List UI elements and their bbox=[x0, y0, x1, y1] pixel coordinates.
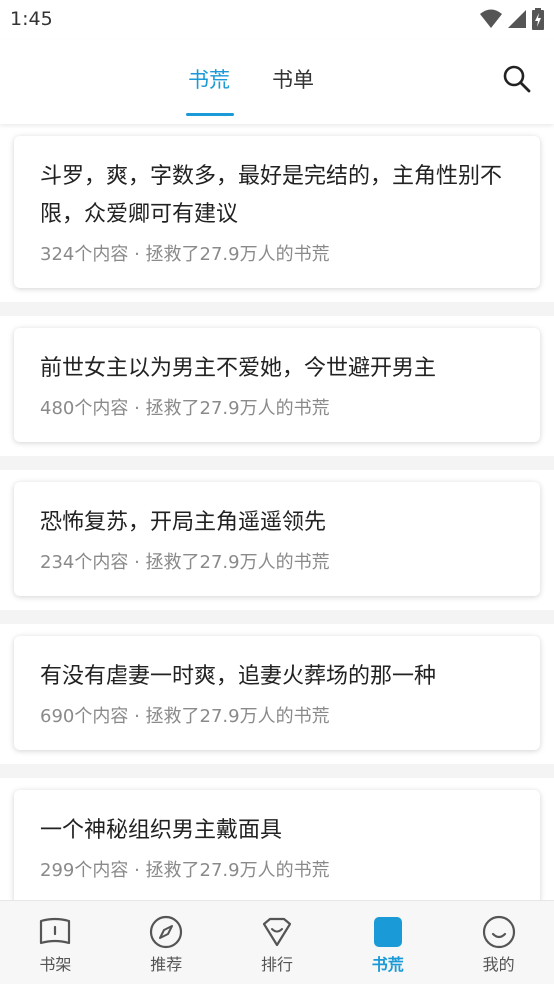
book-request-card[interactable]: 前世女主以为男主不爱她，今世避开男主 480个内容 · 拯救了27.9万人的书荒 bbox=[14, 328, 540, 442]
nav-ranking[interactable]: 排行 bbox=[222, 901, 333, 984]
status-icons bbox=[480, 8, 544, 30]
nav-label: 排行 bbox=[260, 955, 293, 974]
nav-label: 书荒 bbox=[371, 955, 404, 974]
active-tab-indicator bbox=[186, 113, 234, 116]
book-request-card[interactable]: 恐怖复苏，开局主角遥遥领先 234个内容 · 拯救了27.9万人的书荒 bbox=[14, 482, 540, 596]
nav-bookshelf[interactable]: 书架 bbox=[0, 901, 111, 984]
status-bar: 1:45 bbox=[0, 0, 554, 40]
book-request-card[interactable]: 斗罗，爽，字数多，最好是完结的，主角性别不限，众爱卿可有建议 324个内容 · … bbox=[14, 136, 540, 288]
battery-icon bbox=[532, 8, 544, 30]
book-shortage-icon bbox=[373, 917, 402, 947]
list-item: 前世女主以为男主不爱她，今世避开男主 480个内容 · 拯救了27.9万人的书荒 bbox=[0, 316, 554, 456]
ranking-icon bbox=[262, 917, 292, 947]
card-meta: 234个内容 · 拯救了27.9万人的书荒 bbox=[40, 552, 330, 573]
tab-book-shortage[interactable]: 书荒 bbox=[188, 64, 230, 94]
status-time: 1:45 bbox=[10, 8, 53, 30]
list-item: 恐怖复苏，开局主角遥遥领先 234个内容 · 拯救了27.9万人的书荒 bbox=[0, 470, 554, 610]
nav-book-shortage[interactable]: 书荒 bbox=[332, 901, 443, 984]
nav-recommend[interactable]: 推荐 bbox=[111, 901, 222, 984]
card-title: 斗罗，爽，字数多，最好是完结的，主角性别不限，众爱卿可有建议 bbox=[40, 164, 503, 227]
nav-label: 书架 bbox=[39, 955, 72, 974]
nav-label: 推荐 bbox=[150, 955, 183, 974]
tab-book-list[interactable]: 书单 bbox=[272, 64, 314, 94]
book-request-card[interactable]: 有没有虐妻一时爽，追妻火葬场的那一种 690个内容 · 拯救了27.9万人的书荒 bbox=[14, 636, 540, 750]
signal-icon bbox=[508, 10, 526, 28]
search-icon[interactable] bbox=[502, 64, 532, 94]
card-meta: 690个内容 · 拯救了27.9万人的书荒 bbox=[40, 706, 330, 727]
bookshelf-icon bbox=[40, 917, 71, 945]
card-meta: 324个内容 · 拯救了27.9万人的书荒 bbox=[40, 244, 330, 265]
card-meta: 480个内容 · 拯救了27.9万人的书荒 bbox=[40, 398, 330, 419]
card-title: 有没有虐妻一时爽，追妻火葬场的那一种 bbox=[40, 664, 437, 689]
bottom-nav: 书架 推荐 排行 书荒 我的 bbox=[0, 900, 554, 984]
card-title: 恐怖复苏，开局主角遥遥领先 bbox=[40, 510, 327, 535]
top-header: 书荒 书单 bbox=[0, 40, 554, 124]
card-title: 一个神秘组织男主戴面具 bbox=[40, 818, 283, 843]
compass-icon bbox=[150, 915, 183, 949]
book-request-card[interactable]: 一个神秘组织男主戴面具 299个内容 · 拯救了27.9万人的书荒 bbox=[14, 790, 540, 900]
card-meta: 299个内容 · 拯救了27.9万人的书荒 bbox=[40, 860, 330, 881]
nav-mine[interactable]: 我的 bbox=[443, 901, 554, 984]
list-item: 有没有虐妻一时爽，追妻火葬场的那一种 690个内容 · 拯救了27.9万人的书荒 bbox=[0, 624, 554, 764]
list-item: 斗罗，爽，字数多，最好是完结的，主角性别不限，众爱卿可有建议 324个内容 · … bbox=[0, 124, 554, 302]
smiley-icon bbox=[482, 915, 515, 949]
book-request-list: 斗罗，爽，字数多，最好是完结的，主角性别不限，众爱卿可有建议 324个内容 · … bbox=[0, 124, 554, 900]
nav-label: 我的 bbox=[482, 955, 515, 974]
list-item: 一个神秘组织男主戴面具 299个内容 · 拯救了27.9万人的书荒 bbox=[0, 778, 554, 900]
card-title: 前世女主以为男主不爱她，今世避开男主 bbox=[40, 356, 437, 381]
wifi-icon bbox=[480, 9, 502, 28]
